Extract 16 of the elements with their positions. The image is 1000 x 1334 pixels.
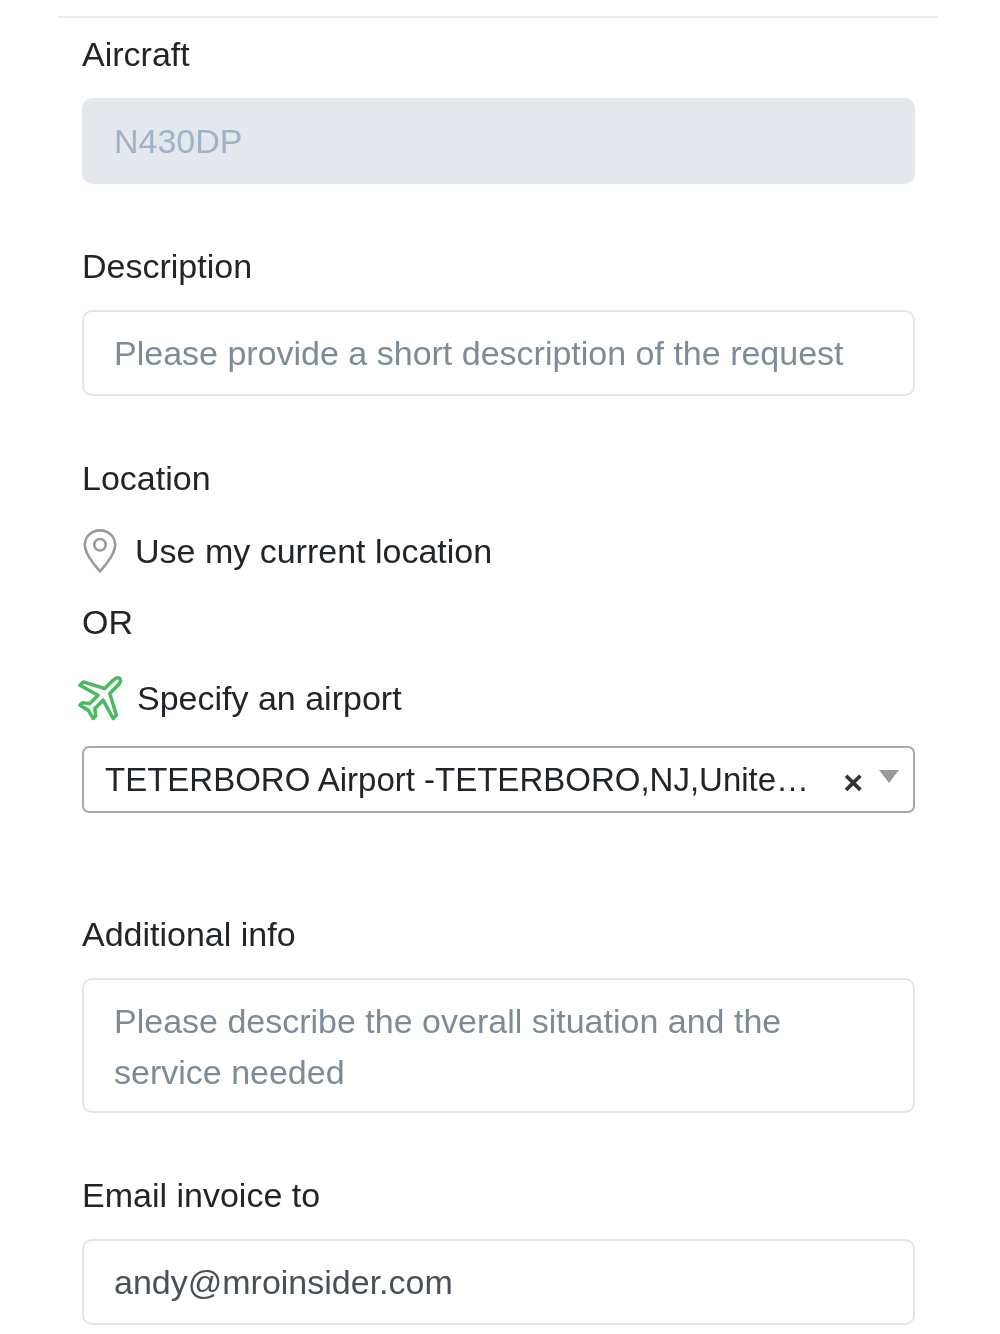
additional-info-field[interactable]: Please describe the overall situation and the service needed — [82, 978, 915, 1113]
field-label: Aircraft — [82, 34, 190, 74]
or-label: OR — [82, 602, 133, 642]
location-option[interactable]: Specify an airport — [82, 674, 402, 722]
location-option[interactable]: Use my current location — [82, 527, 493, 575]
email-field[interactable]: andy@mroinsider.com — [82, 1239, 915, 1325]
airport-select[interactable]: TETERBORO Airport -TETERBORO,NJ,Unite… × — [82, 746, 915, 813]
field-label: Email invoice to — [82, 1175, 321, 1215]
field-label: Additional info — [82, 914, 296, 954]
description-field[interactable]: Please provide a short description of the request — [82, 310, 915, 396]
clear-button[interactable]: × — [843, 764, 863, 799]
map-pin-icon — [82, 529, 118, 573]
airplane-icon — [78, 675, 124, 721]
caret-icon — [879, 770, 899, 783]
field-label: Location — [82, 458, 211, 498]
field-label: Description — [82, 246, 253, 286]
